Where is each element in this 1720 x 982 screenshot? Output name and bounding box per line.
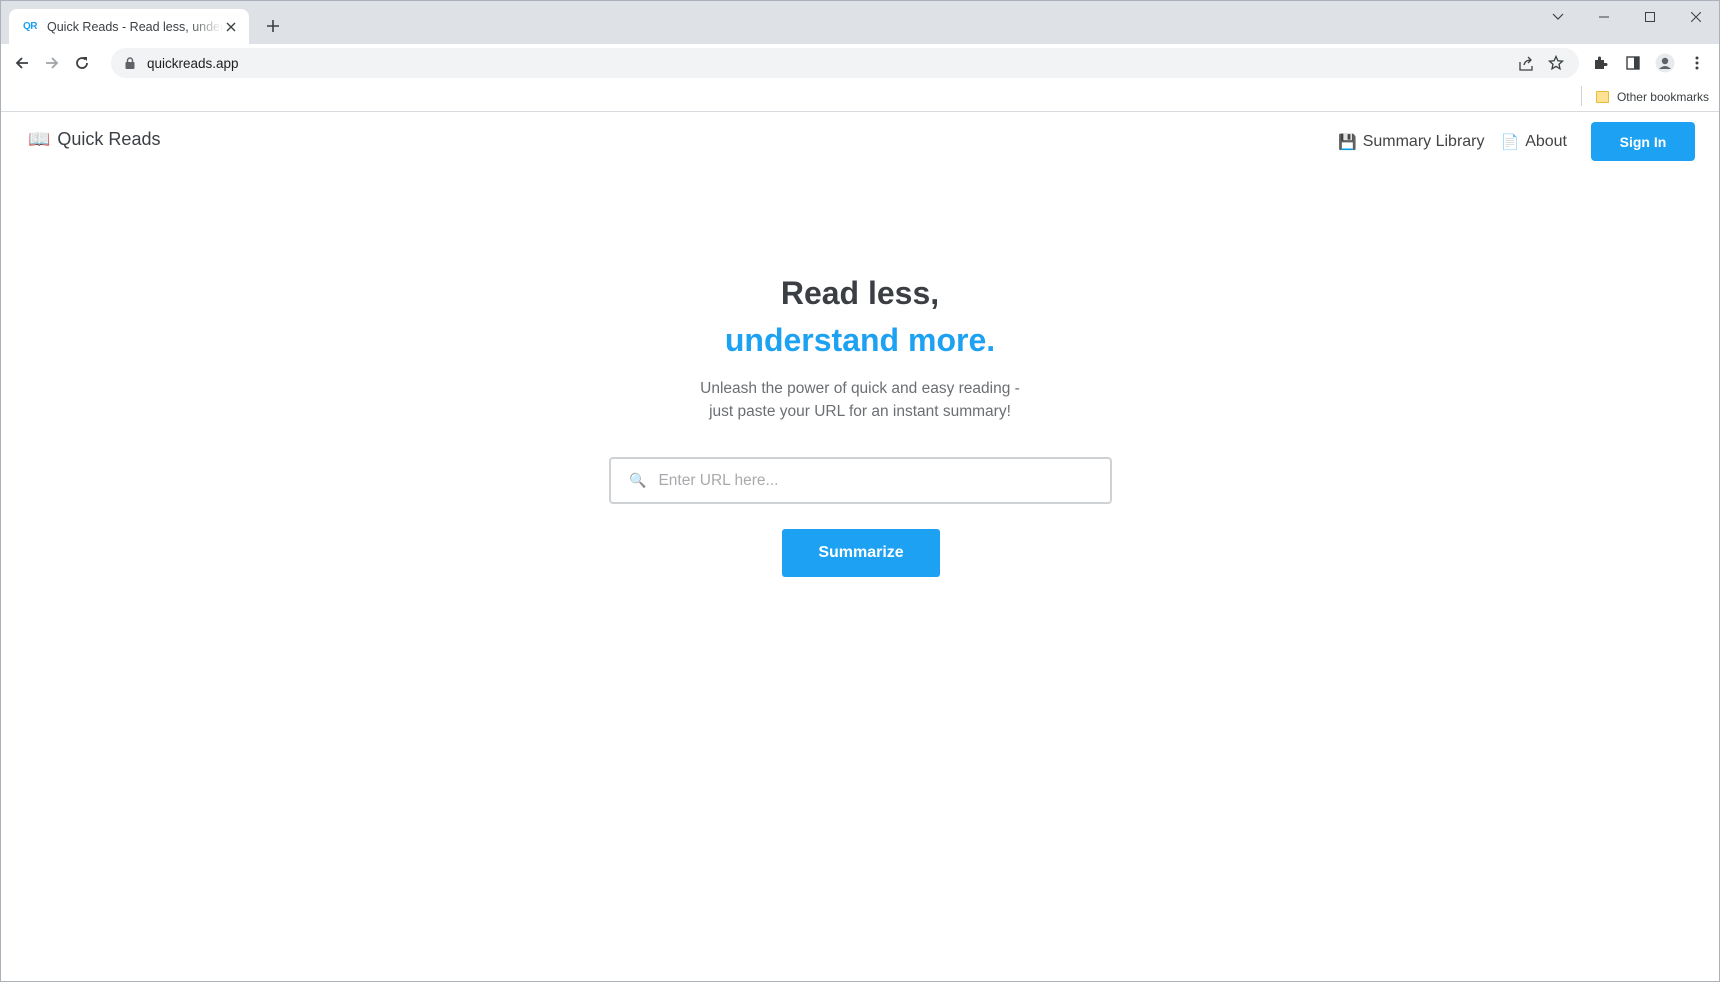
window-controls <box>1535 1 1719 33</box>
tab-strip: QR Quick Reads - Read less, understand m… <box>1 1 1719 44</box>
share-icon[interactable] <box>1511 48 1541 78</box>
search-icon: 🔍 <box>629 472 647 488</box>
lock-icon[interactable] <box>123 56 137 70</box>
site-header: 📖 Quick Reads 💾 Summary Library 📄 About … <box>1 113 1719 168</box>
bookmarks-bar: Other bookmarks <box>1 82 1719 112</box>
tab-title: Quick Reads - Read less, understand more <box>47 19 223 34</box>
bookmark-star-icon[interactable] <box>1541 48 1571 78</box>
open-book-icon: 📖 <box>28 129 51 149</box>
maximize-icon[interactable] <box>1627 1 1673 33</box>
back-arrow-icon[interactable] <box>7 48 37 78</box>
extensions-puzzle-icon[interactable] <box>1585 48 1617 78</box>
window-close-icon[interactable] <box>1673 1 1719 33</box>
url-input-container[interactable]: 🔍 <box>609 457 1112 504</box>
url-input[interactable] <box>658 471 1099 490</box>
forward-arrow-icon[interactable] <box>37 48 67 78</box>
browser-tab-active[interactable]: QR Quick Reads - Read less, understand m… <box>9 9 249 44</box>
nav-about-label: About <box>1525 132 1567 150</box>
hero-subtitle-line-2: just paste your URL for an instant summa… <box>709 403 1011 420</box>
headline-primary: Read less, <box>780 275 940 311</box>
headline-accent: understand more. <box>724 322 996 358</box>
address-bar[interactable]: quickreads.app <box>111 48 1579 78</box>
tab-close-icon[interactable] <box>223 19 239 35</box>
profile-avatar-icon[interactable] <box>1649 48 1681 78</box>
minimize-icon[interactable] <box>1581 1 1627 33</box>
document-icon: 📄 <box>1500 133 1520 151</box>
nav-about-link[interactable]: 📄 About <box>1501 133 1568 151</box>
new-tab-plus-icon[interactable] <box>261 14 285 38</box>
browser-window: QR Quick Reads - Read less, understand m… <box>0 0 1720 982</box>
reload-icon[interactable] <box>67 48 97 78</box>
browser-menu-icon[interactable] <box>1681 48 1713 78</box>
nav-summary-library-label: Summary Library <box>1362 132 1485 150</box>
folder-icon <box>1595 91 1609 103</box>
hero-subtitle: Unleash the power of quick and easy read… <box>1 377 1719 423</box>
tab-search-chevron-icon[interactable] <box>1535 1 1581 33</box>
brand-logo[interactable]: 📖 Quick Reads <box>28 129 160 150</box>
other-bookmarks-label: Other bookmarks <box>1616 90 1709 104</box>
nav-summary-library-link[interactable]: 💾 Summary Library <box>1338 133 1485 151</box>
tab-favicon-icon: QR <box>23 21 38 32</box>
bookmarks-separator <box>1581 86 1582 106</box>
floppy-disk-icon: 💾 <box>1338 133 1357 151</box>
hero-subtitle-line-1: Unleash the power of quick and easy read… <box>700 380 1020 397</box>
page-content: 📖 Quick Reads 💾 Summary Library 📄 About … <box>1 113 1719 981</box>
address-url: quickreads.app <box>147 55 239 71</box>
brand-name: Quick Reads <box>57 129 161 149</box>
sign-in-button[interactable]: Sign In <box>1591 122 1695 161</box>
site-nav: 💾 Summary Library 📄 About Sign In <box>1338 122 1695 161</box>
other-bookmarks-button[interactable]: Other bookmarks <box>1595 85 1709 109</box>
summarize-button[interactable]: Summarize <box>782 529 940 577</box>
toolbar-right <box>1585 48 1713 78</box>
side-panel-icon[interactable] <box>1617 48 1649 78</box>
browser-toolbar: quickreads.app <box>1 44 1719 82</box>
